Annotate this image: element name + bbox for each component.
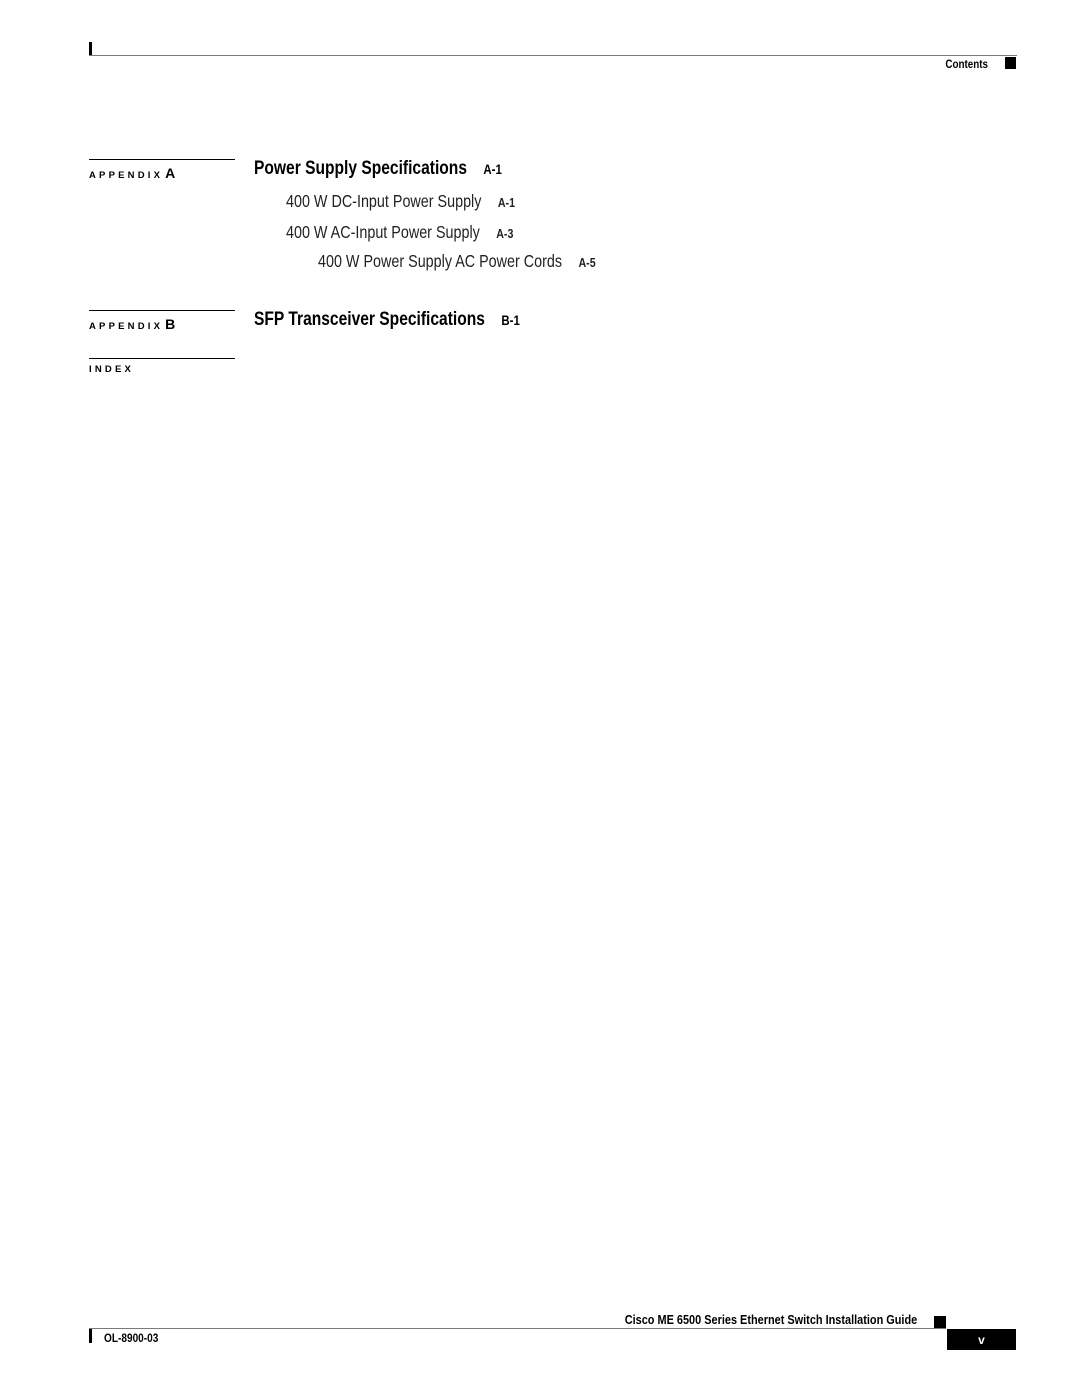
header-section-title: Contents <box>945 57 988 71</box>
toc-entry-title: SFP Transceiver Specifications <box>254 309 485 330</box>
toc-entry-power-supply-specifications[interactable]: Power Supply Specifications A-1 <box>254 158 502 180</box>
appendix-a-label: APPENDIX A <box>89 165 175 181</box>
toc-entry-page: B-1 <box>501 312 520 328</box>
appendix-b-label: APPENDIX B <box>89 316 175 332</box>
toc-entry-dc-input-power-supply[interactable]: 400 W DC-Input Power Supply A-1 <box>286 191 515 212</box>
toc-entry-ac-input-power-supply[interactable]: 400 W AC-Input Power Supply A-3 <box>286 222 513 243</box>
header-rule <box>89 55 1017 56</box>
toc-entry-ac-power-cords[interactable]: 400 W Power Supply AC Power Cords A-5 <box>318 251 596 272</box>
appendix-b-letter: B <box>165 316 176 332</box>
footer-margin-tick <box>89 1329 92 1343</box>
appendix-a-rule <box>89 159 235 160</box>
toc-entry-title: Power Supply Specifications <box>254 158 467 179</box>
toc-entry-title: 400 W DC-Input Power Supply <box>286 191 482 211</box>
footer-doc-number: OL-8900-03 <box>104 1331 159 1345</box>
footer-guide-title: Cisco ME 6500 Series Ethernet Switch Ins… <box>624 1312 917 1327</box>
header-marker-block <box>1005 57 1016 69</box>
toc-entry-title: 400 W Power Supply AC Power Cords <box>318 251 563 271</box>
toc-entry-title: 400 W AC-Input Power Supply <box>286 222 480 242</box>
toc-entry-index[interactable]: INDEX <box>89 364 134 375</box>
toc-entry-page: A-3 <box>496 226 514 241</box>
footer-page-number: v <box>947 1329 1016 1350</box>
appendix-b-word: APPENDIX <box>89 321 164 332</box>
toc-entry-page: A-5 <box>578 255 596 270</box>
toc-entry-sfp-transceiver-specifications[interactable]: SFP Transceiver Specifications B-1 <box>254 309 520 331</box>
index-rule <box>89 358 235 359</box>
appendix-b-rule <box>89 310 235 311</box>
appendix-a-letter: A <box>165 165 176 181</box>
header-margin-tick <box>89 42 92 56</box>
toc-entry-page: A-1 <box>497 195 515 210</box>
toc-entry-page: A-1 <box>483 161 502 177</box>
appendix-a-word: APPENDIX <box>89 170 164 181</box>
footer-rule <box>89 1328 946 1329</box>
